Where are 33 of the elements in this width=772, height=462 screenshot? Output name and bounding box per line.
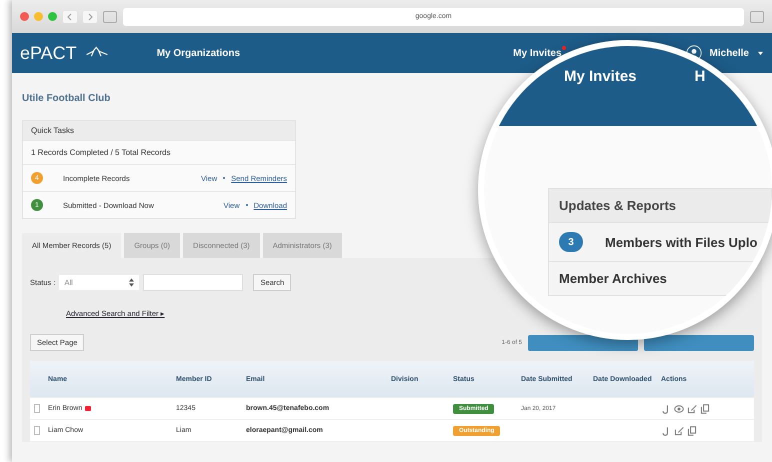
row-checkbox[interactable] [34, 426, 40, 435]
paperclip-icon[interactable] [661, 404, 671, 414]
forward-icon[interactable] [83, 10, 97, 22]
caret-icon[interactable] [757, 50, 764, 56]
edit-icon[interactable] [687, 404, 697, 414]
panel-title: Updates & Reports [549, 189, 771, 222]
nav-link[interactable]: H [694, 68, 706, 85]
nav-link[interactable]: My Organizations [156, 48, 240, 58]
separator-dot [246, 204, 248, 206]
search-field[interactable] [143, 274, 244, 291]
edit-icon[interactable] [674, 426, 684, 436]
logo-text[interactable]: ePACT [20, 42, 77, 64]
panel-title: Quick Tasks [23, 121, 295, 140]
records-summary: 1 Records Completed / 5 Total Records [23, 140, 295, 164]
nav-link[interactable]: My Invites [564, 68, 637, 85]
action-button[interactable] [644, 334, 754, 350]
organization-title: Utile Football Club [22, 93, 112, 104]
document-icon[interactable] [700, 404, 710, 414]
row-checkbox[interactable] [34, 404, 40, 413]
eye-icon[interactable] [674, 404, 684, 414]
report-link[interactable]: Member Archives [559, 271, 667, 286]
close-window-button[interactable] [20, 12, 29, 21]
user-menu[interactable]: Michelle [710, 48, 749, 58]
paperclip-icon[interactable] [661, 426, 671, 436]
flag-icon [85, 406, 92, 411]
separator-dot [223, 177, 226, 179]
notification-dot [562, 46, 566, 50]
document-icon[interactable] [687, 426, 697, 436]
nav-link[interactable]: My Invites [513, 48, 562, 58]
back-icon[interactable] [63, 10, 77, 22]
report-link[interactable]: Members with Files Uplo [605, 234, 758, 250]
up-down-arrows-icon [129, 278, 134, 287]
count-badge: 3 [559, 232, 583, 252]
